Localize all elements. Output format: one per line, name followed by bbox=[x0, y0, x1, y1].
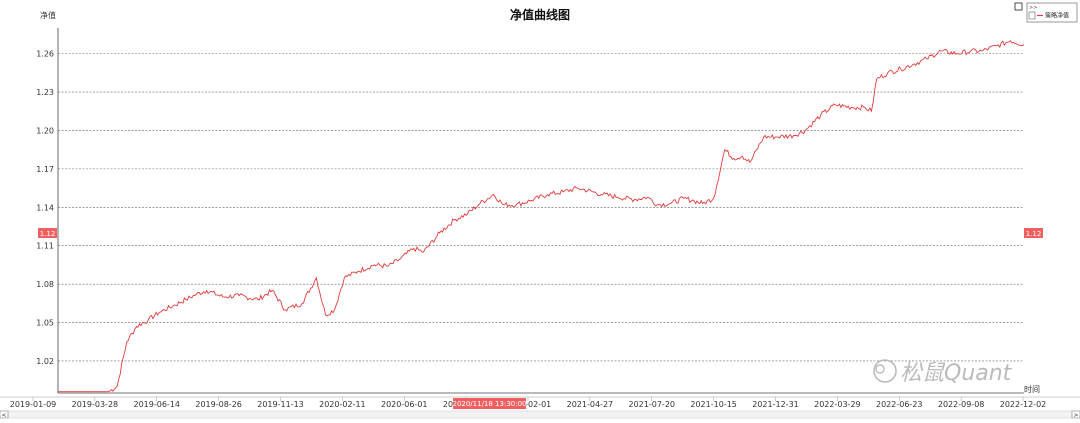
x-tick-label: 2021-10-15 bbox=[690, 400, 737, 409]
watermark: 松鼠Quant bbox=[874, 360, 1013, 386]
x-tick-labels: 2019-01-09 2019-03-28 2019-06-14 2019-08-26… bbox=[10, 397, 1047, 409]
chart-canvas: 净值曲线图 净值 时间 >> 策略净值 1.02 1.05 1.08 1.11 1.14… bbox=[0, 0, 1080, 419]
x-tick-label: 2020-02-11 bbox=[319, 400, 366, 409]
watermark-logo-icon-inner bbox=[876, 365, 884, 373]
y-tick-label: 1.14 bbox=[36, 203, 54, 212]
y-axis-label: 净值 bbox=[40, 10, 56, 20]
y-tick-label: 1.11 bbox=[36, 242, 54, 251]
x-tick-label: 2019-11-13 bbox=[257, 400, 304, 409]
y-tick-label: 1.26 bbox=[36, 50, 54, 59]
watermark-text: 松鼠Quant bbox=[900, 361, 1013, 386]
horizontal-scrollbar[interactable]: < > bbox=[0, 411, 1080, 419]
grid-lines bbox=[58, 54, 1024, 361]
y-tick-label: 1.20 bbox=[36, 126, 54, 135]
x-tick-label: 2019-01-09 bbox=[10, 400, 57, 409]
x-tick-label: 2022-03-29 bbox=[814, 400, 861, 409]
x-axis-label: 时间 bbox=[1024, 384, 1040, 394]
legend-series-name: 策略净值 bbox=[1045, 12, 1069, 20]
series-line-strategy-nav bbox=[58, 41, 1024, 392]
fullscreen-button[interactable] bbox=[1015, 3, 1022, 10]
y-tick-label: 1.05 bbox=[36, 319, 54, 328]
legend-toggle[interactable]: >> bbox=[1029, 5, 1037, 11]
x-tick-label: 2022-06-23 bbox=[876, 400, 923, 409]
cursor-badge-right-text: 1.12 bbox=[1026, 230, 1042, 238]
y-tick-label: 1.08 bbox=[36, 280, 54, 289]
scroll-left-icon[interactable]: < bbox=[1, 412, 6, 419]
x-tick-label: 2022-09-08 bbox=[938, 400, 985, 409]
x-tick-label: 2019-06-14 bbox=[134, 400, 181, 409]
legend-checkbox[interactable] bbox=[1029, 12, 1035, 19]
cursor-date-badge: 2020/11/18 13:30:00 bbox=[452, 398, 526, 409]
cursor-date-text: 2020/11/18 13:30:00 bbox=[452, 400, 526, 408]
scrollbar-track[interactable] bbox=[8, 411, 1072, 418]
x-tick-label: 2020-06-01 bbox=[381, 400, 428, 409]
cursor-value-badge-right: 1.12 bbox=[1024, 228, 1043, 238]
x-tick-label: 2021-04-27 bbox=[567, 400, 614, 409]
axes bbox=[0, 28, 1080, 397]
cursor-badge-left-text: 1.12 bbox=[40, 230, 56, 238]
x-tick-label: 2021-07-20 bbox=[629, 400, 676, 409]
legend: >> 策略净值 bbox=[1027, 3, 1077, 22]
y-tick-label: 1.02 bbox=[36, 357, 54, 366]
y-tick-label: 1.17 bbox=[36, 165, 54, 174]
x-tick-label: 2022-12-02 bbox=[1000, 400, 1047, 409]
x-tick-label: 2019-08-26 bbox=[195, 400, 242, 409]
scroll-right-icon[interactable]: > bbox=[1073, 412, 1078, 419]
series-layer bbox=[58, 41, 1024, 392]
y-tick-labels: 1.02 1.05 1.08 1.11 1.14 1.17 1.20 1.23 1.26 bbox=[36, 50, 54, 366]
cursor-value-badge-left: 1.12 bbox=[38, 228, 57, 238]
x-tick-label: 2021-12-31 bbox=[752, 400, 799, 409]
y-tick-label: 1.23 bbox=[36, 88, 54, 97]
x-tick-label: 2019-03-28 bbox=[72, 400, 119, 409]
chart-title: 净值曲线图 bbox=[510, 7, 570, 22]
